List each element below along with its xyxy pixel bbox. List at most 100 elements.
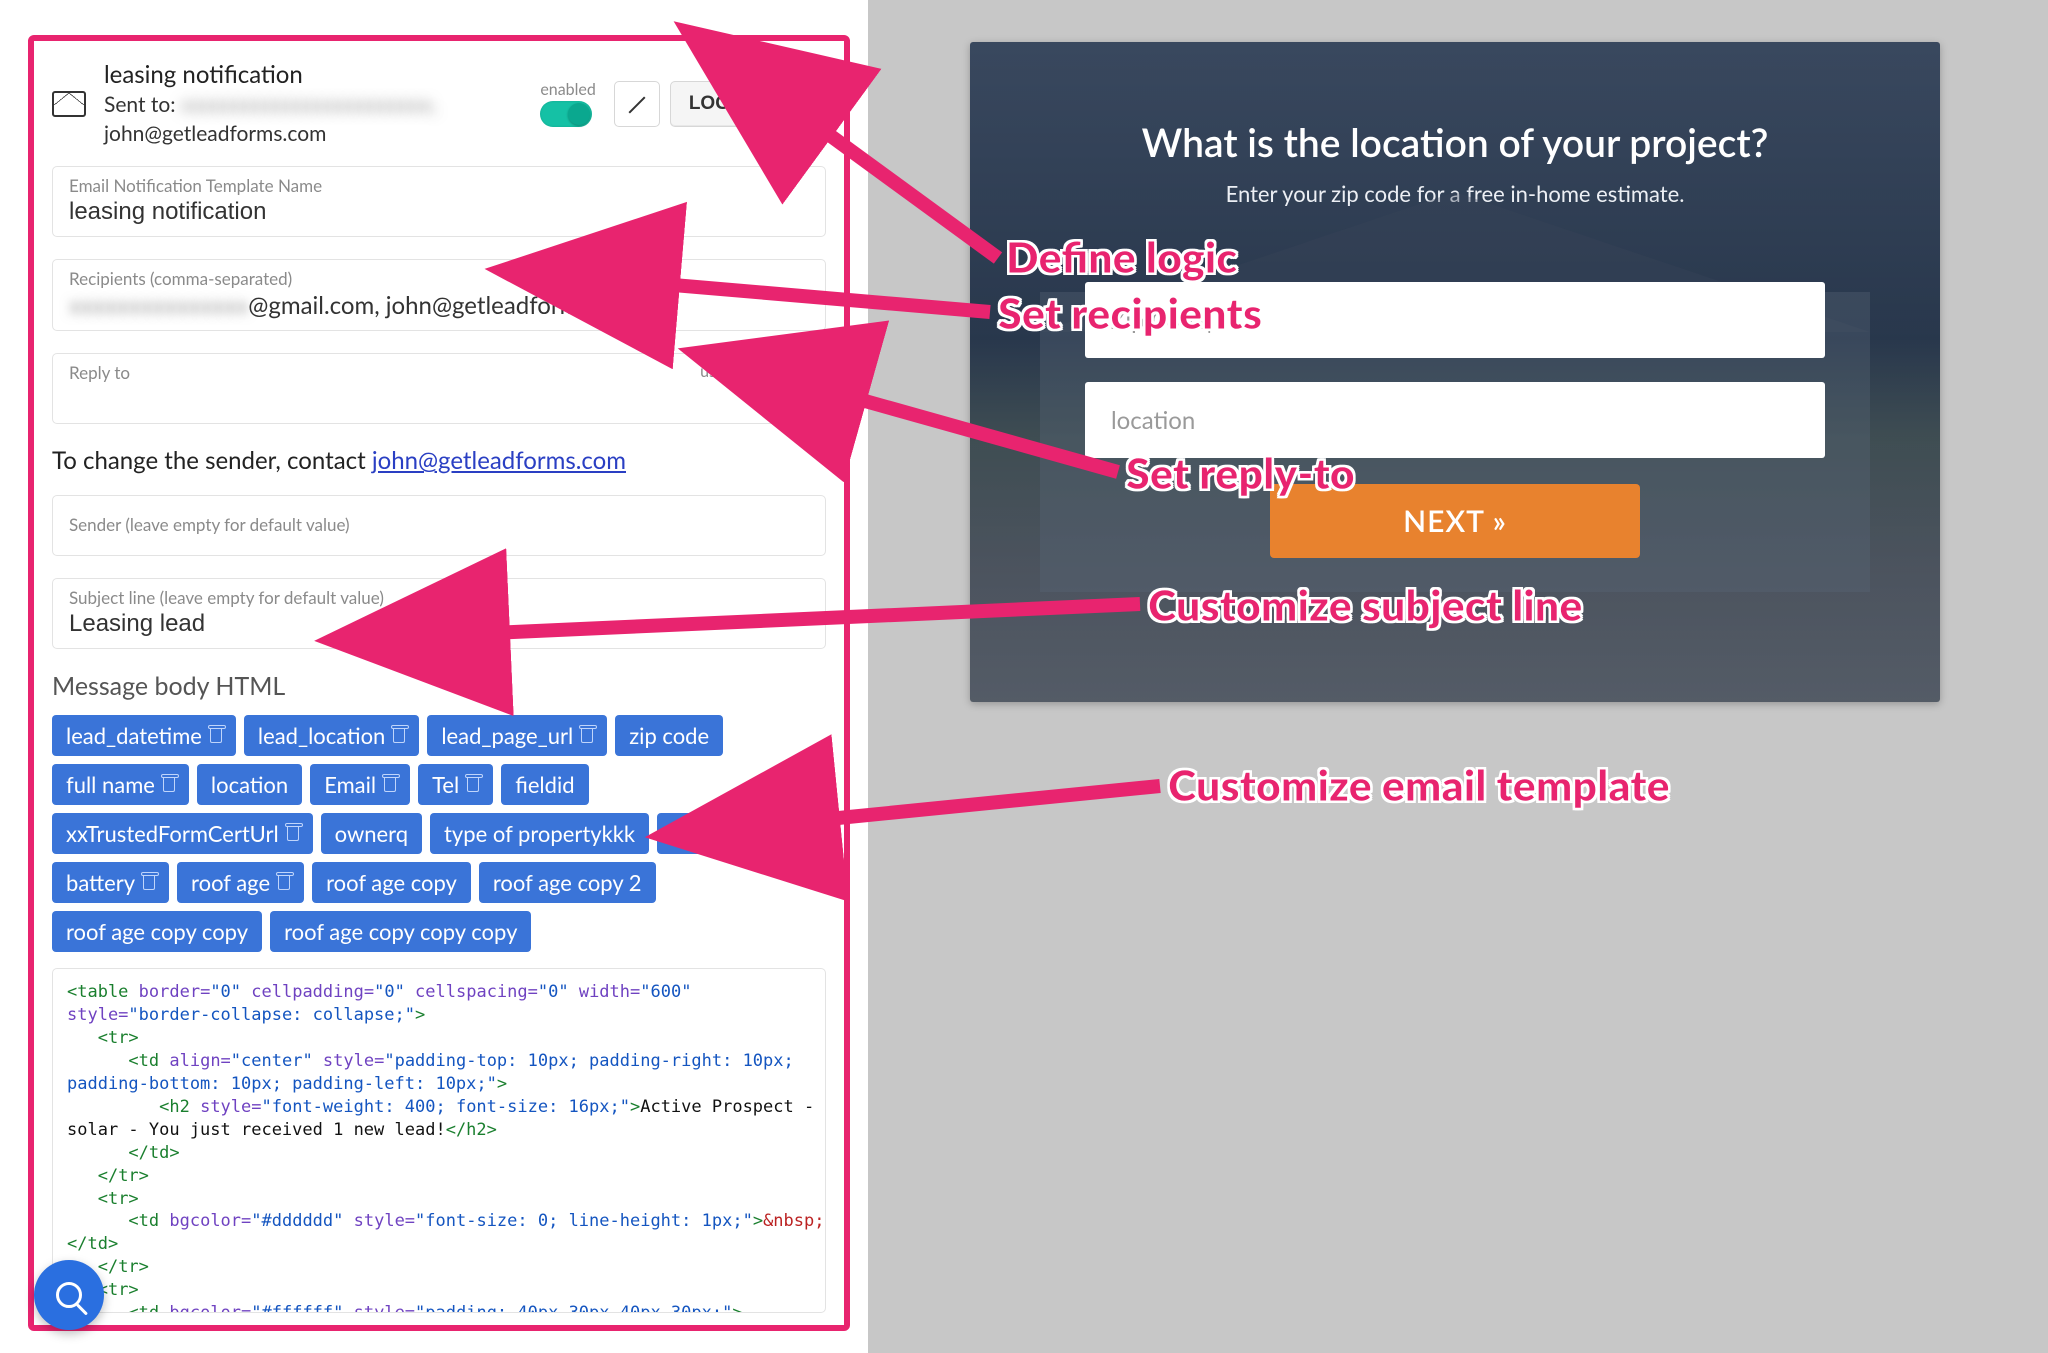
subject-label: Subject line (leave empty for default va…: [69, 587, 809, 608]
merge-tag[interactable]: zip code: [615, 715, 723, 756]
merge-tag[interactable]: Email: [310, 764, 410, 805]
template-name-input[interactable]: [69, 198, 809, 226]
preview-location-input[interactable]: location: [1085, 382, 1825, 458]
enabled-label: enabled: [540, 80, 595, 99]
help-search-fab[interactable]: [34, 1260, 104, 1330]
trash-icon: [393, 729, 405, 743]
use-lead-label: use lead's email: [700, 362, 809, 381]
trash-icon: [143, 876, 155, 890]
replyto-label: Reply to: [69, 362, 379, 383]
sent-to-row: Sent to: xxxxxxxxxxxxxxxxxxxxxxxx,: [104, 91, 540, 119]
preview-location-placeholder: location: [1111, 406, 1195, 435]
preview-next-label: NEXT »: [1403, 503, 1507, 539]
replyto-field[interactable]: Reply to use lead's email: [52, 353, 826, 424]
merge-tag[interactable]: battery: [52, 862, 169, 903]
logic-button[interactable]: LOGIC: [670, 81, 768, 127]
annot-set-recipients: Set recipients: [998, 288, 1262, 339]
merge-tag[interactable]: fieldid: [501, 764, 588, 805]
merge-tag-label: lead_location: [258, 722, 385, 749]
sent-to-email: john@getleadforms.com: [104, 120, 540, 148]
notification-title: leasing notification: [104, 59, 540, 91]
merge-tag-label: roof age: [191, 869, 270, 896]
annot-define-logic: Define logic: [1006, 232, 1237, 283]
merge-tag[interactable]: roof age copy copy copy: [270, 911, 531, 952]
merge-tag-label: Leasing?: [671, 820, 752, 847]
message-body-title: Message body HTML: [52, 671, 826, 701]
trash-icon: [467, 778, 479, 792]
enabled-block: enabled: [540, 80, 595, 127]
edit-icon-button[interactable]: [614, 81, 660, 127]
merge-tag[interactable]: roof age copy 2: [479, 862, 656, 903]
header-text: leasing notification Sent to: xxxxxxxxxx…: [104, 59, 540, 148]
editor-header: leasing notification Sent to: xxxxxxxxxx…: [52, 53, 826, 166]
merge-tag[interactable]: full name: [52, 764, 189, 805]
trash-icon: [761, 827, 773, 841]
use-lead-toggle[interactable]: [757, 385, 809, 411]
merge-tag-label: roof age copy: [326, 869, 457, 896]
merge-tag-label: roof age copy 2: [493, 869, 642, 896]
merge-tag[interactable]: xxTrustedFormCertUrl: [52, 813, 313, 854]
trash-icon: [384, 778, 396, 792]
recipients-field[interactable]: Recipients (comma-separated) xxxxxxxxxxx…: [52, 259, 826, 331]
sender-note-text: To change the sender, contact: [52, 446, 372, 475]
merge-tag-label: xxTrustedFormCertUrl: [66, 820, 279, 847]
trash-icon: [278, 876, 290, 890]
annot-set-reply-to: Set reply-to: [1126, 448, 1355, 499]
notification-editor-panel: leasing notification Sent to: xxxxxxxxxx…: [28, 35, 850, 1331]
sender-contact-link[interactable]: john@getleadforms.com: [372, 446, 626, 475]
recipients-clear: @gmail.com, john@getleadforms.com: [248, 291, 640, 320]
replyto-input[interactable]: [69, 385, 379, 413]
merge-tag-label: fieldid: [515, 771, 574, 798]
merge-tag-label: full name: [66, 771, 155, 798]
merge-tag[interactable]: type of propertykkk: [430, 813, 649, 854]
merge-tag[interactable]: roof age copy: [312, 862, 471, 903]
preview-title: What is the location of your project?: [970, 120, 1940, 166]
use-lead-block: use lead's email: [700, 362, 809, 411]
recipients-blur: xxxxxxxxxxxxxxx: [69, 291, 248, 320]
merge-tag[interactable]: roof age copy copy: [52, 911, 262, 952]
mail-icon: [52, 91, 86, 117]
merge-tags-container: lead_datetime lead_location lead_page_url z…: [52, 715, 826, 952]
recipients-value: xxxxxxxxxxxxxxx@gmail.com, john@getleadf…: [69, 291, 809, 320]
subject-input[interactable]: [69, 610, 809, 638]
merge-tag-label: zip code: [629, 722, 709, 749]
sender-label: Sender (leave empty for default value): [69, 514, 809, 535]
merge-tag[interactable]: roof age: [177, 862, 304, 903]
delete-button[interactable]: [780, 81, 826, 127]
merge-tag-label: lead_datetime: [66, 722, 202, 749]
merge-tag[interactable]: lead_datetime: [52, 715, 236, 756]
template-name-label: Email Notification Template Name: [69, 175, 809, 196]
merge-tag[interactable]: lead_page_url: [427, 715, 607, 756]
template-name-field[interactable]: Email Notification Template Name: [52, 166, 826, 237]
subject-field[interactable]: Subject line (leave empty for default va…: [52, 578, 826, 649]
merge-tag[interactable]: Tel: [418, 764, 493, 805]
merge-tag-label: roof age copy copy: [66, 918, 248, 945]
annot-subject-line: Customize subject line: [1148, 580, 1582, 631]
merge-tag[interactable]: ownerq: [321, 813, 422, 854]
recipients-label: Recipients (comma-separated): [69, 268, 809, 289]
sent-to-blur: xxxxxxxxxxxxxxxxxxxxxxxx,: [181, 92, 437, 117]
merge-tag-label: Tel: [432, 771, 459, 798]
annot-email-template: Customize email template: [1168, 760, 1670, 811]
sender-note: To change the sender, contact john@getle…: [52, 446, 826, 475]
html-code-editor[interactable]: <table border="0" cellpadding="0" cellsp…: [52, 968, 826, 1313]
merge-tag-label: type of propertykkk: [444, 820, 635, 847]
merge-tag[interactable]: location: [197, 764, 302, 805]
merge-tag-label: roof age copy copy copy: [284, 918, 517, 945]
merge-tag[interactable]: lead_location: [244, 715, 419, 756]
merge-tag-label: Email: [324, 771, 376, 798]
merge-tag-label: lead_page_url: [441, 722, 573, 749]
sent-to-label: Sent to:: [104, 92, 176, 117]
merge-tag-label: location: [211, 771, 288, 798]
trash-icon: [581, 729, 593, 743]
trash-icon: [163, 778, 175, 792]
sender-field[interactable]: Sender (leave empty for default value): [52, 495, 826, 556]
merge-tag[interactable]: Leasing?: [657, 813, 786, 854]
search-icon: [56, 1282, 82, 1308]
trash-icon: [210, 729, 222, 743]
trash-icon: [794, 94, 812, 114]
pencil-icon: [626, 93, 648, 115]
enabled-toggle[interactable]: [540, 101, 592, 127]
trash-icon: [287, 827, 299, 841]
merge-tag-label: battery: [66, 869, 135, 896]
